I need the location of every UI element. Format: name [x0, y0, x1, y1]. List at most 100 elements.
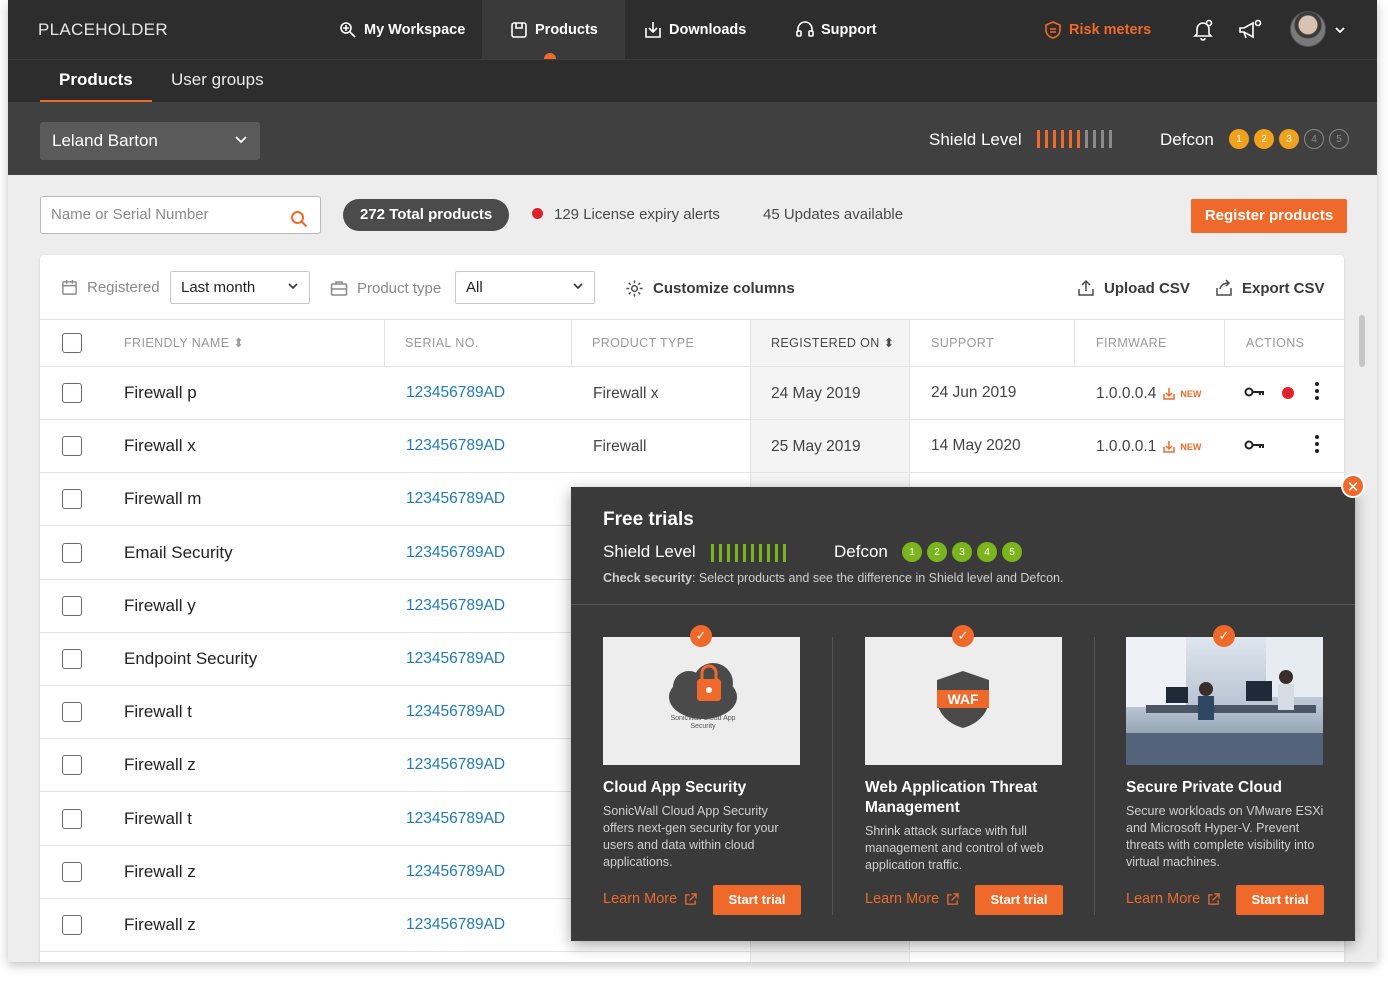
defcon-level: 3 [1279, 129, 1299, 149]
external-link-icon [1208, 892, 1220, 905]
risk-meters-link[interactable]: Risk meters [1043, 0, 1151, 59]
trial-actions: Learn More Start trial [865, 885, 1063, 915]
trial-card-cloud-app-security[interactable]: SonicWall Cloud App Security ✓ Cloud App… [603, 625, 801, 917]
sort-icon: ⬍ [233, 336, 245, 350]
shield-level-label: Shield Level [929, 130, 1022, 149]
learn-more-link[interactable]: Learn More [603, 891, 697, 907]
learn-more-link[interactable]: Learn More [1126, 891, 1220, 907]
serial-number-link[interactable]: 123456789AD [406, 756, 505, 774]
office-photo [1126, 637, 1323, 765]
serial-number-link[interactable]: 123456789AD [406, 384, 505, 402]
serial-number-link[interactable]: 123456789AD [406, 544, 505, 562]
nav-support[interactable]: Support [795, 0, 877, 59]
export-icon [1216, 279, 1232, 296]
export-csv-button[interactable]: Export CSV [1215, 279, 1325, 297]
table-row[interactable]: Firewall x 123456789AD Firewall 25 May 2019… [40, 420, 1344, 474]
user-menu-chevron[interactable] [1334, 0, 1346, 59]
header-actions: ACTIONS [1246, 336, 1305, 350]
table-row[interactable]: Firewall p 123456789AD Firewall x 24 May 20… [40, 367, 1344, 420]
header-friendly-name[interactable]: FRIENDLY NAME ⬍ [124, 320, 244, 367]
row-checkbox[interactable] [62, 808, 82, 829]
more-actions-icon[interactable] [1314, 434, 1320, 459]
key-icon[interactable] [1244, 384, 1266, 404]
serial-number-link[interactable]: 123456789AD [406, 916, 505, 934]
start-trial-button[interactable]: Start trial [713, 885, 801, 915]
meter-bar [1053, 130, 1056, 148]
close-button[interactable]: ✕ [1341, 474, 1365, 498]
header-product-type[interactable]: PRODUCT TYPE [592, 320, 694, 367]
row-checkbox[interactable] [62, 489, 82, 510]
row-checkbox[interactable] [62, 755, 82, 776]
more-actions-icon[interactable] [1314, 381, 1320, 406]
row-checkbox[interactable] [62, 649, 82, 669]
friendly-name: Firewall m [124, 489, 202, 509]
briefcase-icon [330, 281, 348, 296]
row-checkbox[interactable] [62, 861, 82, 882]
learn-more-link[interactable]: Learn More [865, 891, 959, 907]
serial-number-link[interactable]: 123456789AD [406, 437, 505, 455]
serial-number-link[interactable]: 123456789AD [406, 863, 505, 881]
select-all-checkbox[interactable] [62, 333, 82, 353]
chevron-down-icon [1335, 26, 1345, 33]
search-icon[interactable] [290, 206, 308, 242]
meter-bar [1093, 130, 1096, 148]
row-checkbox[interactable] [62, 702, 82, 723]
key-icon[interactable] [1244, 437, 1266, 457]
shield-level-meter [1037, 130, 1112, 148]
serial-number-link[interactable]: 123456789AD [406, 597, 505, 615]
friendly-name: Firewall y [124, 595, 196, 615]
row-checkbox[interactable] [62, 595, 82, 616]
user-avatar[interactable] [1290, 11, 1326, 47]
registered-filter-select[interactable]: Last month [170, 271, 310, 304]
product-type-filter-select[interactable]: All [455, 271, 595, 304]
brand-logo[interactable]: PLACEHOLDER [38, 20, 168, 40]
row-checkbox[interactable] [62, 383, 82, 403]
download-icon[interactable] [1162, 387, 1176, 401]
registered-on: 25 May 2019 [771, 438, 861, 456]
upload-csv-button[interactable]: Upload CSV [1077, 279, 1190, 297]
trial-card-waf[interactable]: WAF ✓ Web Application Threat Management … [865, 625, 1063, 917]
serial-number-link[interactable]: 123456789AD [406, 810, 505, 828]
meter-bar [775, 544, 778, 562]
column-divider [571, 320, 572, 367]
header-registered-on[interactable]: REGISTERED ON ⬍ [771, 320, 894, 367]
row-checkbox[interactable] [62, 436, 82, 457]
tab-products[interactable]: Products [40, 60, 152, 103]
search-input[interactable]: Name or Serial Number [40, 196, 321, 234]
serial-number-link[interactable]: 123456789AD [406, 490, 505, 508]
total-products-badge[interactable]: 272 Total products [343, 199, 510, 231]
nav-my-workspace[interactable]: My Workspace [338, 0, 465, 59]
header-support[interactable]: SUPPORT [931, 320, 994, 367]
start-trial-button[interactable]: Start trial [1236, 885, 1324, 915]
tab-user-groups[interactable]: User groups [171, 60, 264, 103]
register-products-button[interactable]: Register products [1191, 199, 1347, 233]
calendar-icon [62, 279, 77, 295]
announcements-button[interactable] [1238, 0, 1262, 59]
account-selector[interactable]: Leland Barton [40, 122, 260, 160]
serial-number-link[interactable]: 123456789AD [406, 650, 505, 668]
row-checkbox[interactable] [62, 542, 82, 563]
meter-bar [767, 544, 770, 562]
meter-bar [1037, 130, 1040, 148]
support-date: 24 Jun 2019 [931, 384, 1017, 401]
updates-available[interactable]: 45 Updates available [763, 206, 903, 223]
waf-logo-text: WAF [947, 691, 979, 707]
customize-columns-button[interactable]: Customize columns [625, 279, 795, 298]
header-serial-no[interactable]: SERIAL NO. [405, 320, 479, 367]
trial-card-secure-private-cloud[interactable]: ✓ Secure Private Cloud Secure workloads … [1126, 625, 1324, 917]
serial-number-link[interactable]: 123456789AD [406, 703, 505, 721]
upload-icon [1078, 279, 1094, 296]
defcon-level: 1 [1229, 129, 1249, 149]
notifications-button[interactable] [1192, 0, 1214, 59]
trial-title: Secure Private Cloud [1126, 779, 1282, 796]
row-checkbox[interactable] [62, 915, 82, 935]
scrollbar[interactable] [1359, 315, 1365, 367]
external-link-icon [685, 892, 697, 905]
nav-downloads[interactable]: Downloads [643, 0, 746, 59]
download-icon[interactable] [1162, 440, 1176, 454]
start-trial-button[interactable]: Start trial [975, 885, 1063, 915]
header-firmware[interactable]: FIRMWARE [1096, 320, 1167, 367]
nav-products[interactable]: Products [482, 0, 625, 59]
license-expiry-alerts[interactable]: 129 License expiry alerts [532, 206, 720, 223]
defcon-level: 4 [1304, 129, 1324, 149]
